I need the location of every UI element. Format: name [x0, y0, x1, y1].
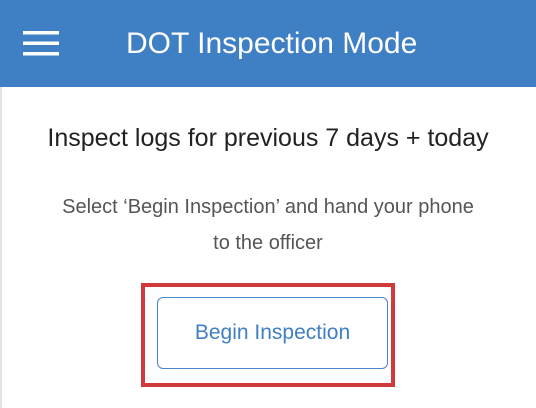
inspection-headline: Inspect logs for previous 7 days + today	[47, 124, 489, 152]
begin-inspection-button[interactable]: Begin Inspection	[157, 297, 388, 369]
menu-button[interactable]	[14, 20, 68, 66]
page-title: DOT Inspection Mode	[126, 27, 418, 60]
inspection-instructions: Select ‘Begin Inspection’ and hand your …	[62, 196, 474, 254]
app-header: DOT Inspection Mode	[0, 0, 536, 87]
dot-inspection-screen: DOT Inspection Mode Inspect logs for pre…	[0, 0, 536, 408]
hamburger-menu-icon	[23, 31, 59, 56]
